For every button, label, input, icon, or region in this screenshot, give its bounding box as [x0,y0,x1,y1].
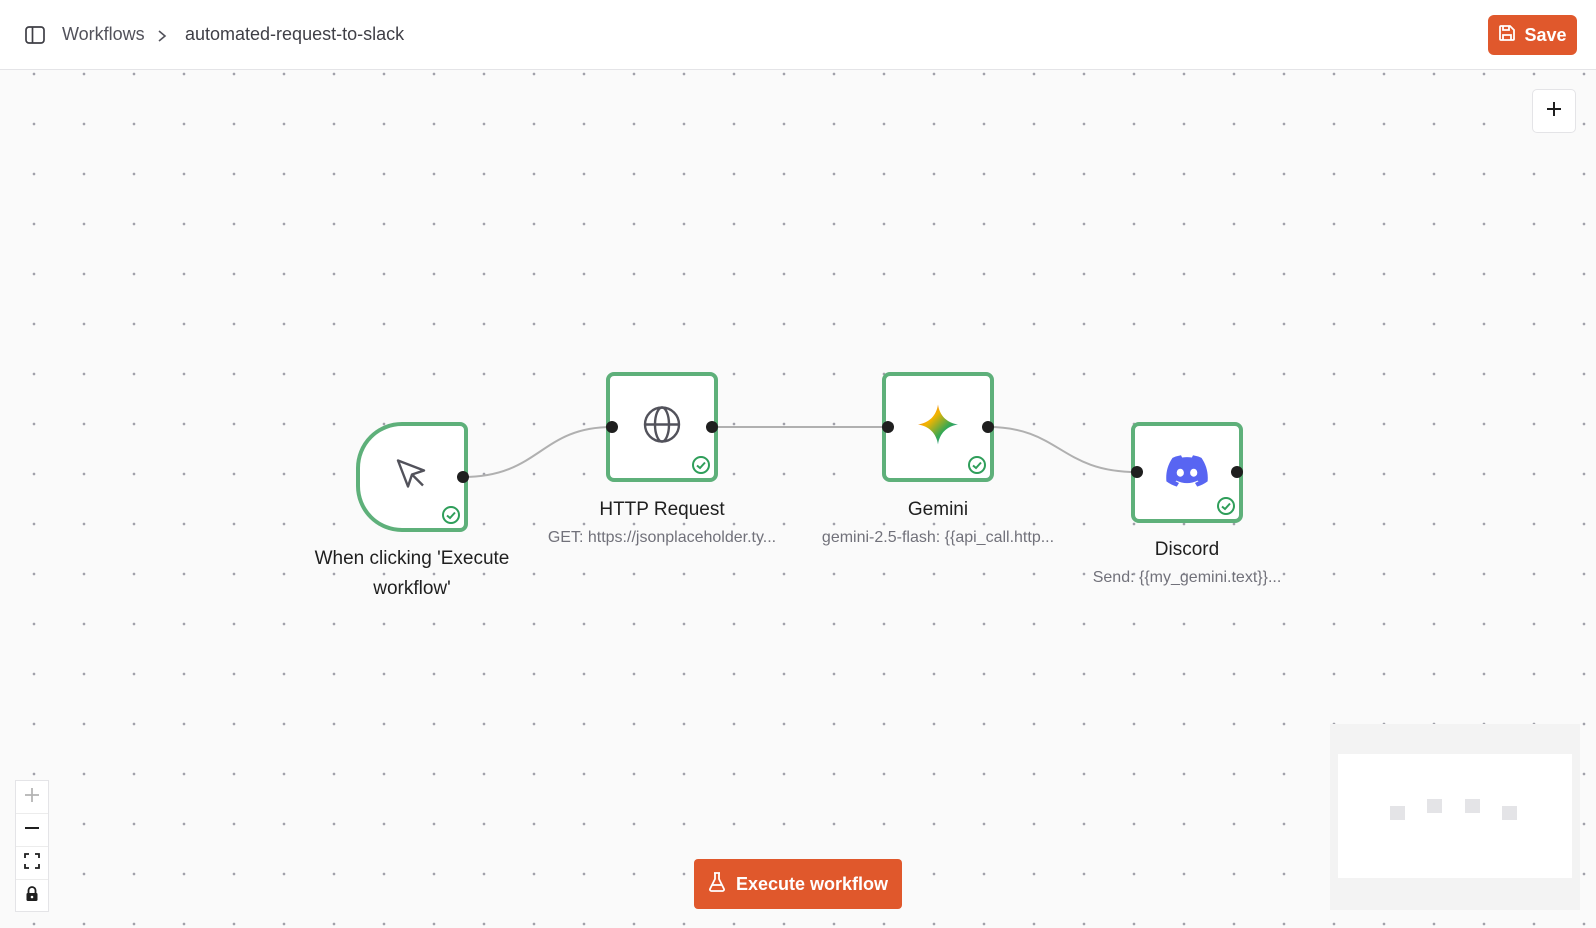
save-label: Save [1524,24,1567,45]
node-title: Discord [1154,539,1220,560]
add-node-button[interactable] [1532,89,1576,133]
save-button[interactable]: Save [1488,15,1577,55]
minimap[interactable] [1330,724,1580,910]
sidebar-toggle-icon[interactable] [25,26,45,44]
globe-icon [642,405,682,450]
fit-view-icon [24,852,40,874]
execute-label: Execute workflow [735,873,889,894]
minimap-node [1427,799,1442,813]
node-title: HTTP Request [599,499,725,520]
success-check-icon [691,455,711,475]
plus-icon [1546,101,1562,122]
node-gemini[interactable] [882,372,994,482]
minimap-node [1390,806,1405,820]
zoom-in-button[interactable] [16,781,48,814]
node-subtitle: GET: https://jsonplaceholder.ty... [547,529,777,546]
minimap-node [1502,806,1517,820]
execute-workflow-button[interactable]: Execute workflow [694,859,902,909]
lock-button[interactable] [16,880,48,913]
node-manual-trigger[interactable] [356,422,468,532]
node-discord[interactable] [1131,422,1243,523]
node-http-request[interactable] [606,372,718,482]
node-title: When clicking 'Execute workflow' [314,548,510,599]
output-handle[interactable] [1231,466,1243,478]
zoom-out-icon [24,820,40,841]
zoom-controls [15,780,49,912]
top-bar: Workflows automated-request-to-slack Sav… [0,0,1596,70]
success-check-icon [967,455,987,475]
breadcrumb-workflow-name[interactable]: automated-request-to-slack [185,24,404,45]
chevron-right-icon [157,29,167,42]
minimap-viewport[interactable] [1338,754,1572,878]
success-check-icon [1216,496,1236,516]
save-icon [1498,24,1516,47]
discord-icon [1166,454,1208,491]
cursor-pointer-icon [392,455,432,500]
fit-view-button[interactable] [16,847,48,880]
node-subtitle: Send: {{my_gemini.text}}... [1092,569,1282,586]
input-handle[interactable] [882,421,894,433]
gemini-sparkle-icon [916,403,960,452]
input-handle[interactable] [606,421,618,433]
success-check-icon [441,505,461,525]
minimap-node [1465,799,1480,813]
lock-icon [25,886,39,907]
output-handle[interactable] [457,471,469,483]
zoom-in-icon [24,787,40,808]
output-handle[interactable] [982,421,994,433]
zoom-out-button[interactable] [16,814,48,847]
node-subtitle: gemini-2.5-flash: {{api_call.http... [821,529,1055,546]
breadcrumb-workflows[interactable]: Workflows [62,24,145,45]
flask-icon [708,871,726,897]
input-handle[interactable] [1131,466,1143,478]
output-handle[interactable] [706,421,718,433]
node-title: Gemini [907,499,969,520]
